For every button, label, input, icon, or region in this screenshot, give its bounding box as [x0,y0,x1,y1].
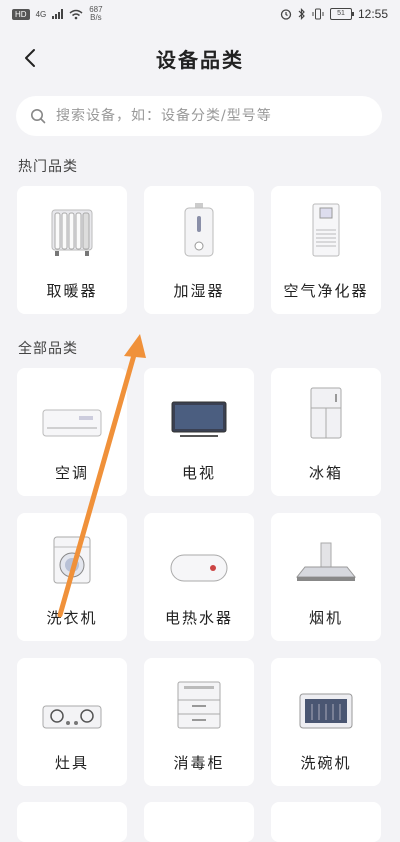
category-label: 烟机 [308,609,343,627]
tv-icon [144,368,254,440]
category-tile-range-hood[interactable]: 烟机 [271,513,381,641]
signal-icon [52,9,64,19]
category-label: 加湿器 [173,282,225,300]
search-icon [31,109,46,124]
category-tile-water-heater[interactable]: 电热水器 [144,513,254,641]
air-conditioner-icon [17,368,127,440]
category-label: 电热水器 [164,609,233,627]
status-left: HD 4G 687 B/s [12,6,103,22]
category-tile-dishwasher[interactable]: 洗碗机 [271,658,381,786]
stove-icon [17,658,127,730]
category-tile-disinfection-cabinet[interactable]: 消毒柜 [144,658,254,786]
disinfection-cabinet-icon [144,658,254,730]
range-hood-icon [271,513,381,585]
category-label: 取暖器 [46,282,98,300]
category-label: 空气净化器 [283,282,369,300]
dishwasher-icon [271,658,381,730]
status-right: 51 12:55 [280,7,388,21]
battery-icon: 51 [329,8,354,20]
search-input[interactable] [54,107,368,125]
category-label: 冰箱 [308,464,343,482]
category-tile-stove[interactable]: 灶具 [17,658,127,786]
net-speed-unit: B/s [90,13,102,22]
bluetooth-icon [298,8,305,20]
category-tile-partial[interactable] [271,802,381,842]
category-label: 消毒柜 [173,754,225,772]
section-title-all: 全部品类 [18,341,78,357]
category-tile-washing-machine[interactable]: 洗衣机 [17,513,127,641]
heater-icon [17,186,127,258]
category-tile-heater[interactable]: 取暖器 [17,186,127,314]
page-title: 设备品类 [156,47,244,72]
category-tile-partial[interactable] [17,802,127,842]
wifi-icon [69,9,83,19]
category-label: 洗碗机 [300,754,352,772]
section-title-hot: 热门品类 [18,159,78,175]
category-label: 电视 [181,464,216,482]
category-tile-tv[interactable]: 电视 [144,368,254,496]
category-tile-air-purifier[interactable]: 空气净化器 [271,186,381,314]
net-speed: 687 B/s [89,6,102,22]
humidifier-icon [144,186,254,258]
category-label: 灶具 [54,754,89,772]
category-tile-humidifier[interactable]: 加湿器 [144,186,254,314]
water-heater-icon [144,513,254,585]
category-tile-air-conditioner[interactable]: 空调 [17,368,127,496]
status-bar: HD 4G 687 B/s 51 12:55 [0,0,400,28]
category-label: 洗衣机 [46,609,98,627]
search-bar[interactable] [16,96,382,136]
chevron-left-icon [25,49,35,67]
header: 设备品类 [0,28,400,88]
back-button[interactable] [14,42,46,74]
category-label: 空调 [54,464,89,482]
hd-badge: HD [12,8,30,20]
all-grid: 空调 电视 冰箱 洗衣机 电热水器 烟机 灶具 消毒柜 洗碗机 [0,368,400,786]
air-purifier-icon [271,186,381,258]
vibrate-icon [312,8,324,20]
signal-label: 4G [35,9,47,19]
fridge-icon [271,368,381,440]
category-tile-fridge[interactable]: 冰箱 [271,368,381,496]
clock: 12:55 [357,7,388,21]
alarm-icon [280,9,292,20]
hot-grid: 取暖器 加湿器 空气净化器 [0,186,400,314]
washing-machine-icon [17,513,127,585]
category-tile-partial[interactable] [144,802,254,842]
partial-row [0,802,400,842]
